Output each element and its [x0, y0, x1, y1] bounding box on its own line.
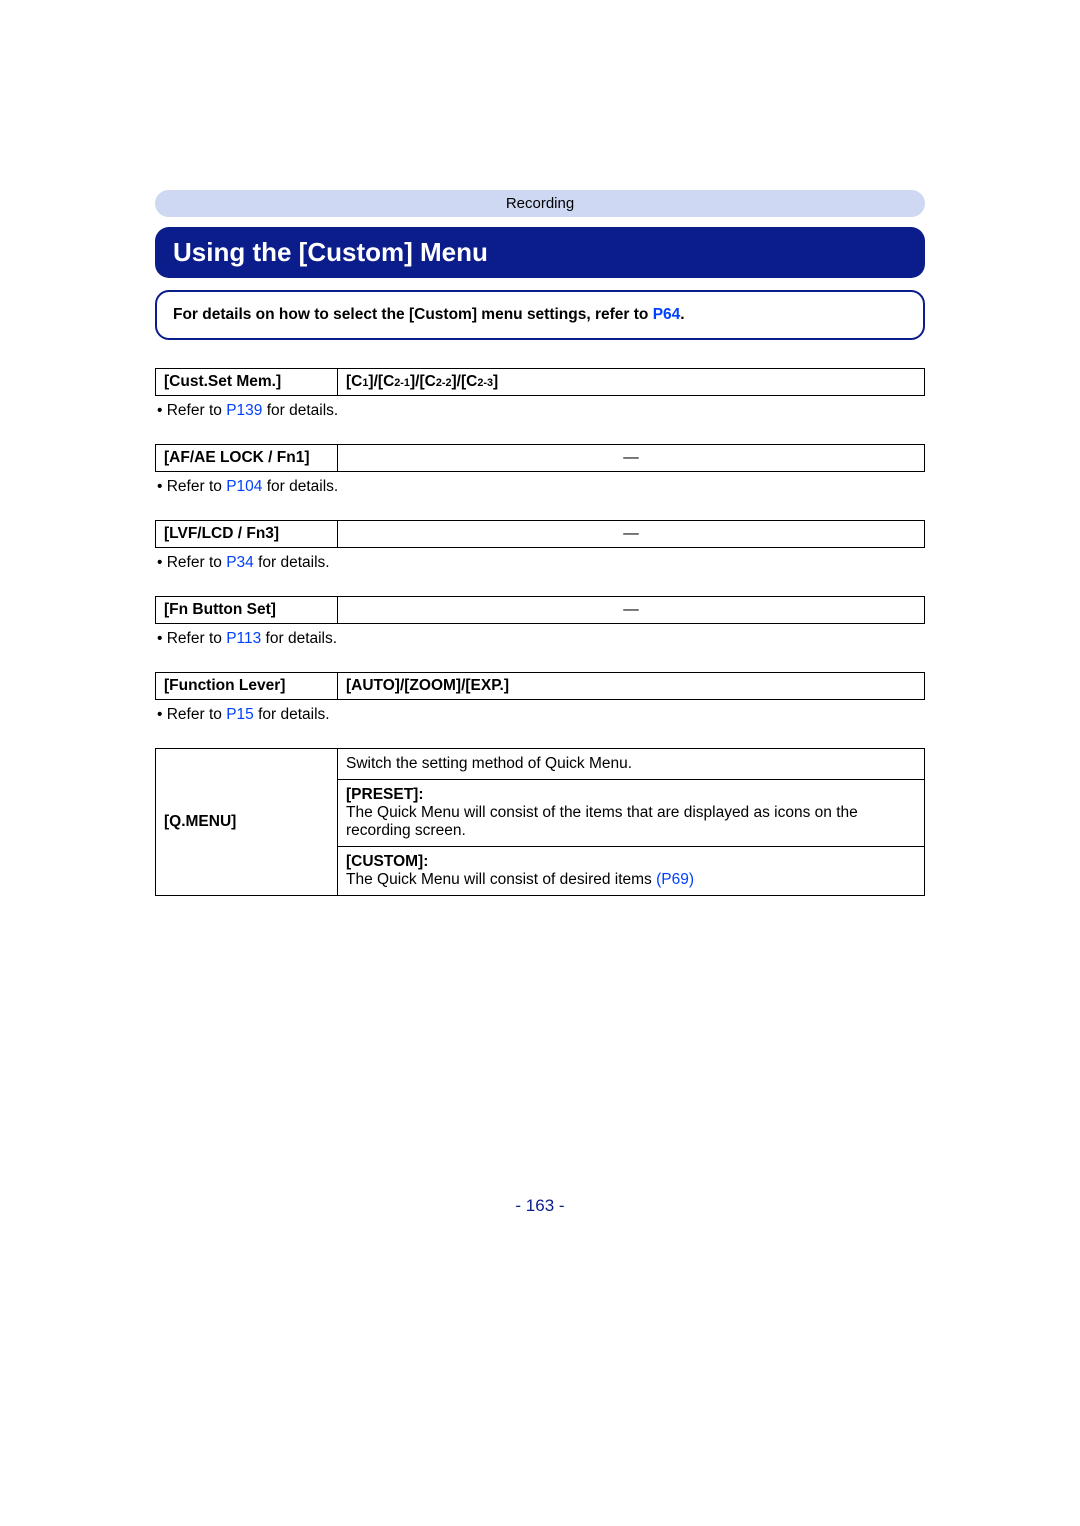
intro-note: For details on how to select the [Custom… [155, 290, 925, 340]
option-lvf-lcd: [LVF/LCD / Fn3] — • Refer to P34 for det… [155, 520, 925, 572]
section-header: Recording [155, 190, 925, 217]
refer-suffix: for details. [262, 478, 338, 495]
qmenu-preset-title: [PRESET]: [346, 786, 424, 803]
option-table: [Function Lever] [AUTO]/[ZOOM]/[EXP.] [155, 672, 925, 700]
qmenu-custom-text: The Quick Menu will consist of desired i… [346, 871, 656, 888]
option-label: [Q.MENU] [156, 749, 338, 896]
table-row: [AF/AE LOCK / Fn1] — [156, 445, 925, 472]
glyph-sub: 2-3 [477, 377, 493, 389]
option-value-text: [AUTO]/[ZOOM]/[EXP.] [346, 677, 509, 694]
option-cust-set-mem: [Cust.Set Mem.] [C1]/[C2-1]/[C2-2]/[C2-3… [155, 368, 925, 420]
refer-link[interactable]: P139 [226, 402, 262, 419]
refer-line: • Refer to P139 for details. [155, 402, 925, 420]
refer-link[interactable]: P113 [226, 630, 261, 647]
qmenu-row3: [CUSTOM]: The Quick Menu will consist of… [338, 847, 925, 896]
option-table: [AF/AE LOCK / Fn1] — [155, 444, 925, 472]
option-table: [Cust.Set Mem.] [C1]/[C2-1]/[C2-2]/[C2-3… [155, 368, 925, 396]
note-suffix: . [680, 306, 684, 323]
note-link-p64[interactable]: P64 [653, 306, 681, 323]
option-fn-button-set: [Fn Button Set] — • Refer to P113 for de… [155, 596, 925, 648]
table-row: [Cust.Set Mem.] [C1]/[C2-1]/[C2-2]/[C2-3… [156, 369, 925, 396]
glyph-c: C [351, 373, 362, 390]
option-af-ae-lock: [AF/AE LOCK / Fn1] — • Refer to P104 for… [155, 444, 925, 496]
option-value: — [338, 597, 925, 624]
refer-link[interactable]: P15 [226, 706, 254, 723]
refer-line: • Refer to P113 for details. [155, 630, 925, 648]
refer-line: • Refer to P34 for details. [155, 554, 925, 572]
table-row: [LVF/LCD / Fn3] — [156, 521, 925, 548]
option-value: — [338, 521, 925, 548]
glyph-c: C [383, 373, 394, 390]
refer-suffix: for details. [254, 554, 330, 571]
refer-link[interactable]: P34 [226, 554, 254, 571]
page-title: Using the [Custom] Menu [155, 227, 925, 278]
refer-suffix: for details. [261, 630, 337, 647]
page-content: Recording Using the [Custom] Menu For de… [155, 0, 925, 1276]
option-label: [Function Lever] [156, 673, 338, 700]
qmenu-row1: Switch the setting method of Quick Menu. [338, 749, 925, 780]
refer-prefix: • Refer to [157, 630, 226, 647]
option-label: [Cust.Set Mem.] [156, 369, 338, 396]
option-function-lever: [Function Lever] [AUTO]/[ZOOM]/[EXP.] • … [155, 672, 925, 724]
table-row: [Fn Button Set] — [156, 597, 925, 624]
option-label: [Fn Button Set] [156, 597, 338, 624]
qmenu-custom-link[interactable]: (P69) [656, 871, 694, 888]
option-value: — [338, 445, 925, 472]
refer-prefix: • Refer to [157, 706, 226, 723]
qmenu-row2: [PRESET]: The Quick Menu will consist of… [338, 780, 925, 847]
refer-suffix: for details. [254, 706, 330, 723]
qmenu-preset-text: The Quick Menu will consist of the items… [346, 804, 858, 839]
refer-prefix: • Refer to [157, 554, 226, 571]
refer-suffix: for details. [262, 402, 338, 419]
refer-prefix: • Refer to [157, 402, 226, 419]
refer-line: • Refer to P15 for details. [155, 706, 925, 724]
note-text: For details on how to select the [Custom… [173, 306, 653, 323]
refer-link[interactable]: P104 [226, 478, 262, 495]
option-label: [AF/AE LOCK / Fn1] [156, 445, 338, 472]
option-value: [AUTO]/[ZOOM]/[EXP.] [338, 673, 925, 700]
option-qmenu: [Q.MENU] Switch the setting method of Qu… [155, 748, 925, 896]
option-table: [LVF/LCD / Fn3] — [155, 520, 925, 548]
page-number: - 163 - [155, 1196, 925, 1216]
option-value: [C1]/[C2-1]/[C2-2]/[C2-3] [338, 369, 925, 396]
glyph-c: C [466, 373, 477, 390]
refer-prefix: • Refer to [157, 478, 226, 495]
table-row: [Function Lever] [AUTO]/[ZOOM]/[EXP.] [156, 673, 925, 700]
glyph-sub: 2-2 [436, 377, 452, 389]
glyph-c: C [425, 373, 436, 390]
table-row: [Q.MENU] Switch the setting method of Qu… [156, 749, 925, 780]
option-table: [Fn Button Set] — [155, 596, 925, 624]
refer-line: • Refer to P104 for details. [155, 478, 925, 496]
qmenu-custom-title: [CUSTOM]: [346, 853, 428, 870]
glyph-sub: 2-1 [394, 377, 410, 389]
option-label: [LVF/LCD / Fn3] [156, 521, 338, 548]
